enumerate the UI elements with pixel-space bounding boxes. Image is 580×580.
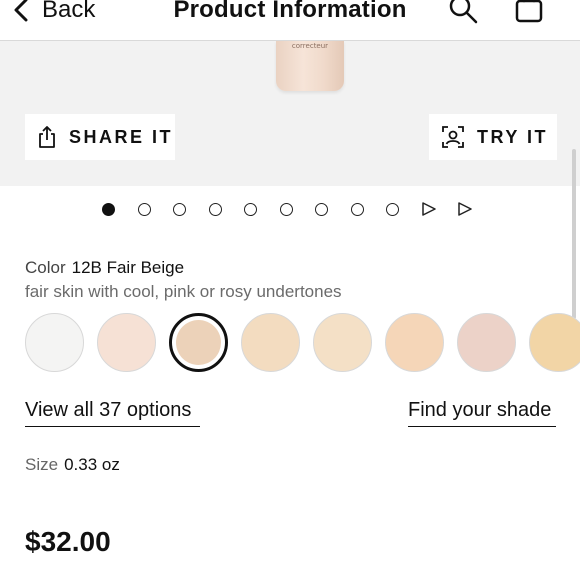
shade-swatch[interactable] bbox=[25, 313, 84, 372]
pager-dot[interactable] bbox=[386, 202, 399, 216]
shopping-bag-icon bbox=[515, 0, 543, 23]
pager-dot[interactable] bbox=[315, 202, 328, 216]
find-your-shade-link[interactable]: Find your shade bbox=[408, 399, 556, 427]
shopping-bag-button[interactable] bbox=[512, 0, 546, 26]
shade-swatch[interactable] bbox=[529, 313, 580, 372]
top-nav-bar: Back Product Information bbox=[0, 0, 580, 41]
pager-dot[interactable] bbox=[244, 202, 257, 216]
pager-dot[interactable] bbox=[279, 202, 293, 216]
shade-swatch-selected[interactable] bbox=[169, 313, 228, 372]
size-value: 0.33 oz bbox=[64, 455, 120, 474]
shade-swatch[interactable] bbox=[97, 313, 156, 372]
play-icon bbox=[457, 202, 472, 216]
page-title: Product Information bbox=[173, 0, 407, 23]
size-label: Size bbox=[25, 455, 59, 474]
search-button[interactable] bbox=[446, 0, 480, 26]
shade-swatch[interactable] bbox=[457, 313, 516, 372]
color-selection: Color 12B Fair Beige bbox=[25, 258, 184, 278]
color-description: fair skin with cool, pink or rosy undert… bbox=[25, 282, 342, 301]
pager-dot[interactable] bbox=[173, 202, 186, 216]
pager-dot[interactable] bbox=[137, 202, 151, 216]
share-button[interactable]: SHARE IT bbox=[25, 114, 175, 160]
shade-swatch[interactable] bbox=[313, 313, 372, 372]
shade-swatch[interactable] bbox=[385, 313, 444, 372]
shade-swatch-list bbox=[25, 313, 580, 373]
shade-swatch[interactable] bbox=[241, 313, 300, 372]
share-icon bbox=[39, 126, 55, 148]
search-icon bbox=[449, 0, 478, 24]
size-info: Size 0.33 oz bbox=[25, 455, 120, 475]
view-all-options-link[interactable]: View all 37 options bbox=[25, 399, 200, 427]
try-it-button[interactable]: TRY IT bbox=[429, 114, 557, 160]
color-label: Color bbox=[25, 258, 66, 277]
bottle-label-text: correcteur bbox=[291, 42, 329, 50]
play-icon bbox=[421, 202, 436, 216]
pager-video-marker[interactable] bbox=[457, 202, 472, 216]
scrollbar[interactable] bbox=[572, 149, 576, 319]
pager-dot[interactable] bbox=[208, 202, 222, 216]
pager-dot[interactable] bbox=[102, 202, 115, 216]
carousel-pager bbox=[102, 201, 494, 217]
share-label: SHARE IT bbox=[69, 126, 174, 147]
color-value: 12B Fair Beige bbox=[71, 258, 185, 277]
face-scan-icon bbox=[442, 126, 464, 148]
pager-video-marker[interactable] bbox=[421, 202, 436, 216]
pager-dot[interactable] bbox=[350, 202, 364, 216]
product-bottle-image: correcteur bbox=[276, 41, 344, 91]
try-it-label: TRY IT bbox=[477, 126, 549, 147]
product-price: $32.00 bbox=[25, 526, 111, 557]
